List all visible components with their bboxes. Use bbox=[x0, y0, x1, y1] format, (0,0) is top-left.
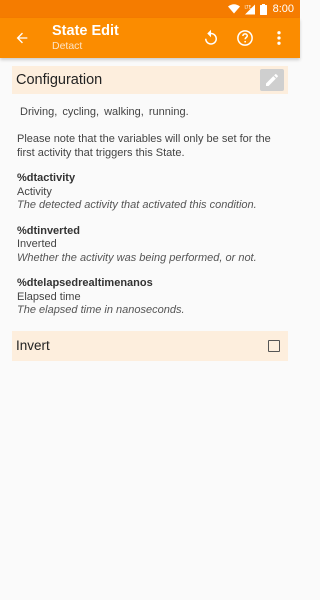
variable-title: Elapsed time bbox=[17, 290, 81, 303]
variable-name: %dtelapsedrealtimenanos bbox=[17, 277, 153, 289]
variable-title: Inverted bbox=[17, 238, 57, 250]
reset-button[interactable] bbox=[194, 21, 228, 55]
configuration-header: Configuration bbox=[12, 66, 288, 94]
variable-description: The elapsed time in nanoseconds. bbox=[17, 304, 185, 316]
invert-row[interactable]: Invert bbox=[12, 330, 288, 361]
activities-text: Driving, cycling, walking, running. bbox=[20, 106, 189, 118]
back-button[interactable] bbox=[2, 18, 42, 58]
app-bar-actions bbox=[194, 21, 296, 55]
reset-icon bbox=[205, 29, 217, 45]
back-arrow-icon bbox=[16, 32, 28, 44]
page-title: State Edit bbox=[52, 23, 119, 39]
pencil-icon bbox=[266, 74, 278, 86]
battery-icon bbox=[259, 3, 267, 15]
wifi-icon bbox=[227, 4, 240, 14]
variable-item: %dtinverted Inverted Whether the activit… bbox=[17, 225, 283, 266]
app-bar-titles: State Edit Detact bbox=[52, 23, 194, 53]
app-bar: State Edit Detact bbox=[0, 18, 300, 58]
network-type-label: LTE bbox=[244, 4, 251, 9]
variables-note: Please note that the variables will only… bbox=[17, 133, 271, 159]
more-vert-icon bbox=[277, 31, 281, 45]
status-bar: LTE 8:00 bbox=[0, 0, 300, 18]
main-content: Configuration Driving, cycling, walking,… bbox=[0, 66, 300, 361]
variable-name: %dtinverted bbox=[17, 224, 80, 237]
variable-item: %dtelapsedrealtimenanos Elapsed time The… bbox=[17, 277, 283, 318]
configuration-label: Configuration bbox=[16, 72, 103, 88]
variable-item: %dtactivity Activity The detected activi… bbox=[17, 172, 283, 213]
status-time: 8:00 bbox=[272, 3, 294, 15]
signal-lte-icon: LTE bbox=[244, 4, 255, 14]
variable-name: %dtactivity bbox=[17, 172, 76, 184]
page-subtitle: Detact bbox=[52, 40, 83, 52]
variable-title: Activity bbox=[17, 185, 52, 198]
invert-checkbox[interactable] bbox=[268, 339, 280, 352]
configuration-details: Driving, cycling, walking, running. Plea… bbox=[12, 106, 288, 318]
edit-configuration-button[interactable] bbox=[260, 69, 284, 91]
help-button[interactable] bbox=[228, 21, 262, 55]
invert-label: Invert bbox=[16, 338, 50, 353]
variable-description: Whether the activity was being performed… bbox=[17, 251, 257, 264]
more-options-button[interactable] bbox=[262, 21, 296, 55]
help-icon bbox=[237, 30, 253, 46]
variable-description: The detected activity that activated thi… bbox=[17, 199, 257, 211]
